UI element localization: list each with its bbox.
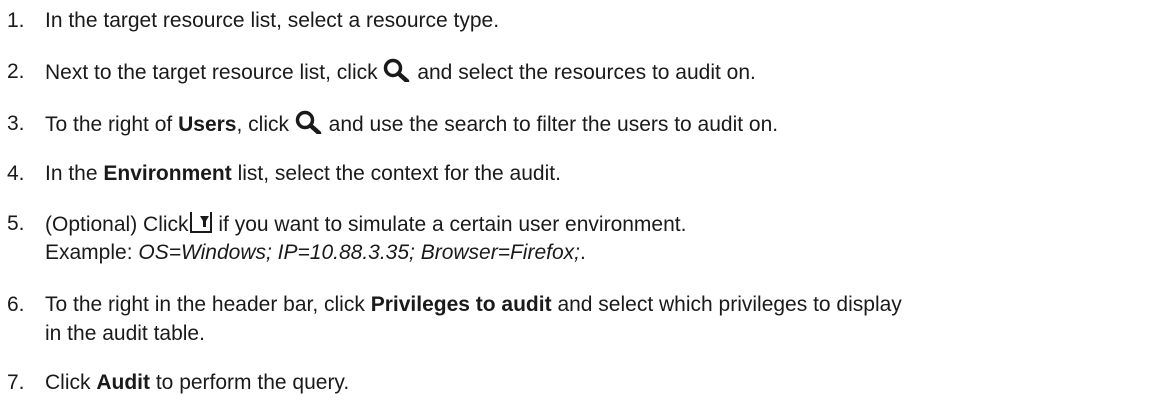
step-number: 7. [7, 371, 25, 394]
step-number: 6. [7, 293, 25, 316]
step-text: In the target resource list, select a re… [45, 7, 499, 35]
search-icon [383, 58, 411, 82]
step-2-text-before: Next to the target resource list, click [45, 61, 378, 84]
step-number: 4. [7, 162, 25, 185]
step-3-text-before: To the right of [45, 113, 173, 136]
step-number: 1. [7, 9, 25, 32]
step-text: Next to the target resource list, click … [45, 58, 756, 87]
step-number: 5. [7, 212, 25, 235]
example-label: Example: [45, 241, 133, 264]
step-5-example: Example: OS=Windows; IP=10.88.3.35; Brow… [45, 239, 586, 267]
example-end: . [580, 241, 586, 264]
privileges-to-audit-label: Privileges to audit [370, 293, 552, 316]
step-6-text-after: and select which privileges to display [557, 293, 902, 316]
step-3-text-middle: , click [236, 113, 289, 136]
step-6-line2: in the audit table. [45, 322, 205, 345]
example-value: OS=Windows; IP=10.88.3.35; Browser=Firef… [138, 241, 580, 264]
step-7-text-before: Click [45, 371, 91, 394]
step-text: In the Environment list, select the cont… [45, 160, 561, 188]
step-1-text: In the target resource list, select a re… [45, 9, 500, 32]
step-7-text-after: to perform the query. [155, 371, 350, 394]
step-text: To the right in the header bar, click Pr… [45, 291, 902, 319]
step-6-text-before: To the right in the header bar, click [45, 293, 365, 316]
audit-label: Audit [96, 371, 150, 394]
step-text: To the right of Users, click and use the… [45, 110, 778, 139]
users-label: Users [178, 113, 237, 136]
step-5-text-after: if you want to simulate a certain user e… [218, 213, 687, 236]
search-icon [295, 110, 323, 134]
filter-icon [189, 210, 213, 234]
step-number: 3. [7, 112, 25, 135]
step-2-text-after: and select the resources to audit on. [417, 61, 756, 84]
step-4-text-after: list, select the context for the audit. [237, 162, 561, 185]
step-4-text-before: In the [45, 162, 98, 185]
step-number: 2. [7, 60, 25, 83]
step-text: Click Audit to perform the query. [45, 369, 349, 397]
step-3-text-after: and use the search to filter the users t… [328, 113, 779, 136]
instruction-steps: 1. In the target resource list, select a… [0, 0, 1175, 401]
step-5-text-before: (Optional) Click [45, 213, 189, 236]
environment-label: Environment [103, 162, 232, 185]
step-text: (Optional) Click if you want to simulate… [45, 210, 686, 239]
